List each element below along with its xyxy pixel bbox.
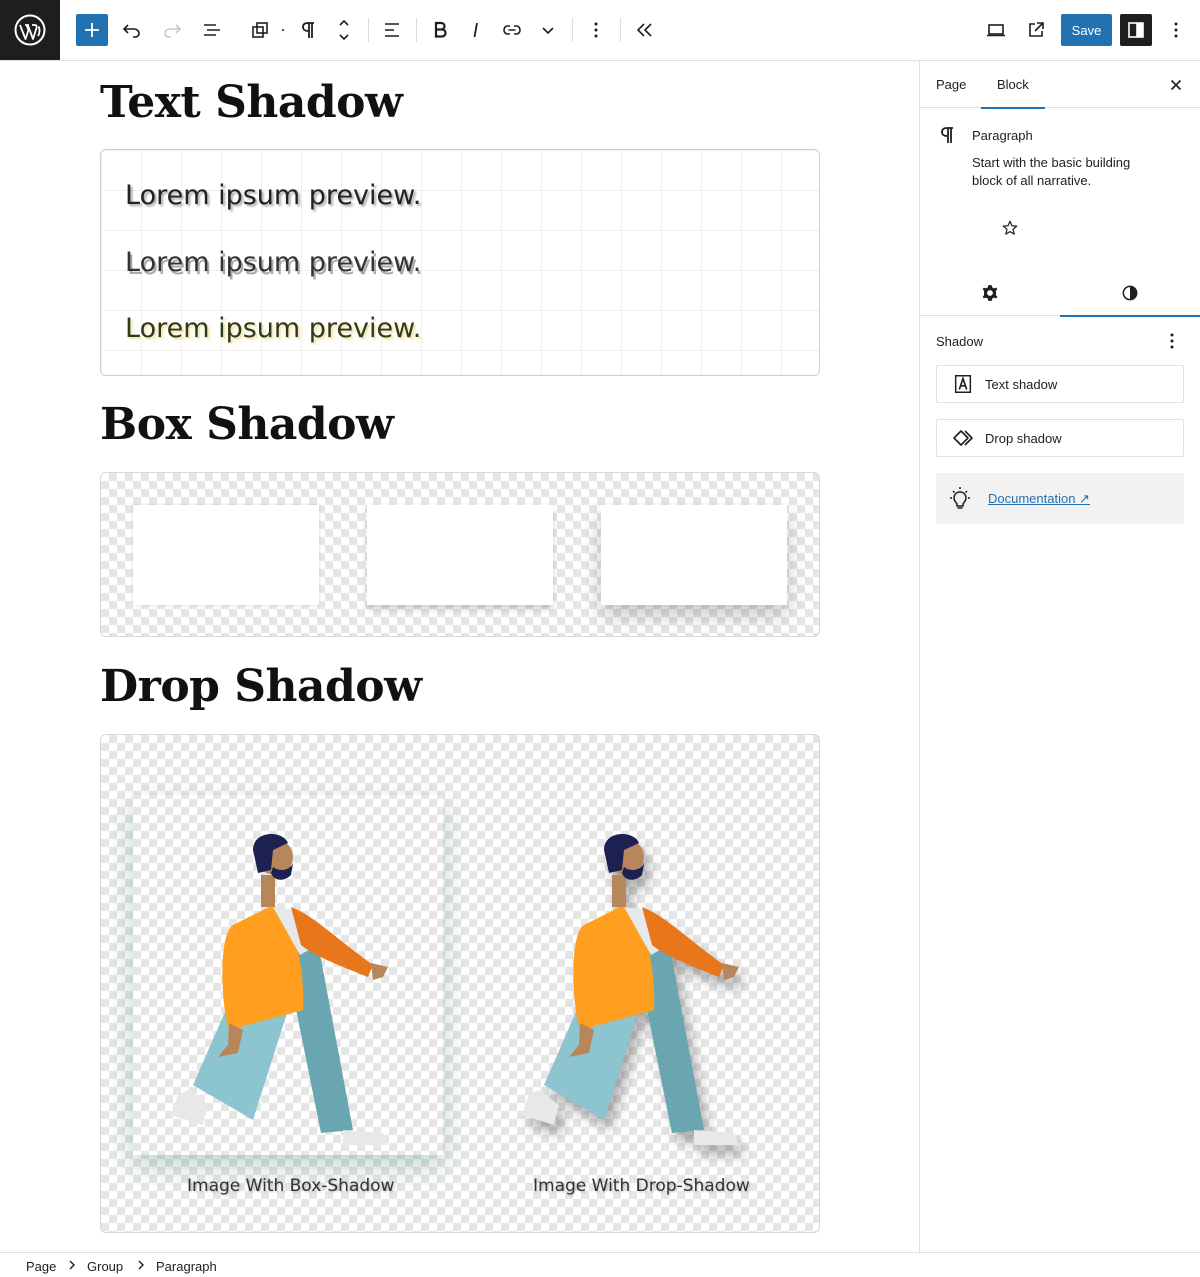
- lorem-paragraph-3[interactable]: Lorem ipsum preview.: [125, 313, 421, 344]
- external-link-icon: [1029, 22, 1044, 37]
- paragraph-icon: [941, 127, 953, 143]
- double-chevron-left-icon: [636, 23, 652, 37]
- block-title: Paragraph: [972, 128, 1033, 143]
- preview-device-button[interactable]: [980, 14, 1012, 46]
- redo-icon: [164, 24, 182, 38]
- lorem-paragraph-1[interactable]: Lorem ipsum preview.: [125, 180, 421, 211]
- block-options-button[interactable]: [580, 14, 612, 46]
- undo-icon: [122, 24, 140, 38]
- breadcrumb-group[interactable]: Group: [87, 1259, 123, 1274]
- italic-icon: [473, 22, 478, 38]
- tab-styles[interactable]: [1060, 270, 1200, 317]
- more-vertical-icon: [594, 22, 598, 38]
- favorite-star-button[interactable]: [998, 216, 1022, 240]
- caption-drop-shadow[interactable]: Image With Drop-Shadow: [533, 1176, 750, 1196]
- more-formatting-button[interactable]: [532, 14, 564, 46]
- block-type-button[interactable]: [244, 14, 276, 46]
- text-shadow-group[interactable]: Lorem ipsum preview. Lorem ipsum preview…: [100, 149, 820, 376]
- align-text-button[interactable]: [376, 14, 408, 46]
- desktop-icon: [987, 24, 1005, 37]
- bold-icon: [434, 21, 447, 38]
- more-vertical-icon: [1174, 22, 1178, 38]
- box-shadow-group[interactable]: [100, 472, 820, 637]
- breadcrumb-page[interactable]: Page: [26, 1259, 56, 1274]
- bold-button[interactable]: [424, 14, 456, 46]
- align-left-icon: [385, 23, 399, 37]
- breadcrumb: Page Group Paragraph: [0, 1252, 1200, 1277]
- link-icon: [503, 25, 521, 35]
- sidebar-tabs: Page Block: [920, 61, 1200, 109]
- documentation-link[interactable]: Documentation ↗: [988, 491, 1090, 507]
- drop-shadow-icon: [951, 426, 975, 450]
- separator-dot: [282, 29, 284, 31]
- wordpress-icon: [14, 14, 46, 46]
- toolbar-divider: [416, 18, 417, 42]
- collapse-toolbar-button[interactable]: [629, 14, 661, 46]
- text-shadow-label: Text shadow: [985, 376, 1058, 392]
- walking-person-image-drop-shadow[interactable]: [484, 795, 794, 1155]
- toolbar-divider: [620, 18, 621, 42]
- redo-button[interactable]: [156, 14, 188, 46]
- document-overview-button[interactable]: [196, 14, 228, 46]
- list-view-icon: [204, 24, 220, 36]
- drop-shadow-group[interactable]: Image With Box-Shadow Image With Drop-Sh…: [100, 734, 820, 1233]
- shadow-box-small[interactable]: [133, 505, 319, 605]
- walking-person-illustration: [171, 833, 388, 1145]
- text-shadow-icon: [951, 372, 975, 396]
- group-block-icon: [252, 22, 268, 38]
- save-button[interactable]: Save: [1061, 14, 1112, 46]
- wordpress-logo-button[interactable]: [0, 0, 60, 60]
- options-menu-button[interactable]: [1160, 14, 1192, 46]
- move-up-down-buttons[interactable]: [328, 14, 360, 46]
- caption-box-shadow[interactable]: Image With Box-Shadow: [187, 1176, 394, 1196]
- editor-canvas: Text Shadow Lorem ipsum preview. Lorem i…: [0, 61, 919, 1252]
- plus-icon: [85, 23, 99, 37]
- undo-button[interactable]: [116, 14, 148, 46]
- shadow-box-large[interactable]: [601, 505, 787, 605]
- toolbar-divider: [572, 18, 573, 42]
- block-inserter-button[interactable]: [76, 14, 108, 46]
- sidebar-icon: [1128, 22, 1144, 38]
- text-shadow-heading[interactable]: Text Shadow: [100, 77, 403, 128]
- documentation-notice: Documentation ↗: [936, 473, 1184, 524]
- inspector-tabs: [920, 270, 1200, 317]
- gear-icon: [982, 285, 998, 301]
- chevron-up-down-icon: [339, 19, 349, 41]
- close-sidebar-button[interactable]: [1164, 73, 1188, 97]
- chevron-right-icon: [66, 1258, 78, 1272]
- walking-person-illustration: [522, 833, 739, 1145]
- drop-shadow-heading[interactable]: Drop Shadow: [100, 661, 422, 712]
- paragraph-block-button[interactable]: [292, 14, 324, 46]
- breadcrumb-paragraph[interactable]: Paragraph: [156, 1259, 217, 1274]
- toolbar-divider: [368, 18, 369, 42]
- view-page-button[interactable]: [1020, 14, 1052, 46]
- link-button[interactable]: [496, 14, 528, 46]
- tab-page[interactable]: Page: [920, 61, 982, 108]
- lightbulb-icon: [950, 486, 970, 509]
- half-circle-styles-icon: [1122, 285, 1138, 301]
- box-shadow-heading[interactable]: Box Shadow: [100, 399, 394, 450]
- settings-sidebar: Page Block Paragraph Start with the basi…: [919, 61, 1200, 1252]
- chevron-right-icon: [135, 1258, 147, 1272]
- drop-shadow-label: Drop shadow: [985, 430, 1062, 446]
- walking-person-image-box-shadow[interactable]: [133, 795, 443, 1155]
- paragraph-icon: [302, 22, 314, 38]
- tab-settings[interactable]: [920, 270, 1060, 316]
- close-icon: [1170, 79, 1182, 91]
- shadow-panel-options[interactable]: [1160, 329, 1184, 353]
- shadow-box-medium[interactable]: [367, 505, 553, 605]
- settings-sidebar-toggle[interactable]: [1120, 14, 1152, 46]
- lorem-paragraph-2[interactable]: Lorem ipsum preview.: [125, 247, 421, 278]
- text-shadow-option[interactable]: Text shadow: [936, 365, 1184, 403]
- more-vertical-icon: [1170, 333, 1174, 349]
- editor-top-toolbar: Save: [0, 0, 1200, 61]
- chevron-down-icon: [542, 27, 554, 35]
- italic-button[interactable]: [460, 14, 492, 46]
- drop-shadow-option[interactable]: Drop shadow: [936, 419, 1184, 457]
- shadow-panel-title: Shadow: [936, 334, 983, 349]
- block-description: Start with the basic building block of a…: [972, 155, 1131, 188]
- star-icon: [1002, 220, 1018, 235]
- tab-block[interactable]: Block: [981, 61, 1045, 109]
